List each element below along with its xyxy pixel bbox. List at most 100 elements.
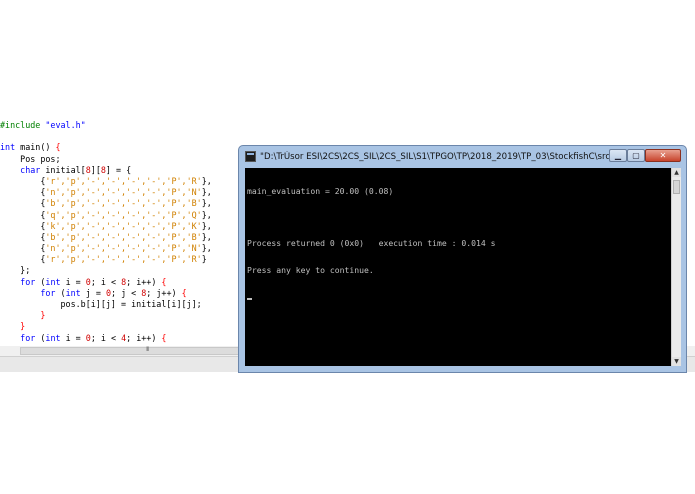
console-output-line: Press any key to continue. xyxy=(247,264,374,275)
code-token: }, xyxy=(201,231,212,242)
code-line: pos.b[i][j] = initial[i][j]; xyxy=(0,299,212,310)
code-token: ] = { xyxy=(105,164,132,175)
code-token: 'n','p','-','-','-','-','P','N' xyxy=(45,187,202,198)
code-token: i = xyxy=(60,332,86,343)
code-token: ; j < xyxy=(110,287,142,298)
console-window[interactable]: "D:\TrÚsor ESI\2CS\2CS_SIL\2CS_SIL\S1\TP… xyxy=(238,145,687,373)
code-token: 'b','p','-','-','-','-','P','B' xyxy=(45,198,202,209)
code-token: ; i < xyxy=(90,276,122,287)
code-line: {'b','p','-','-','-','-','P','B'}, xyxy=(0,231,212,243)
code-token: { xyxy=(0,220,46,231)
code-token: ; i < xyxy=(90,332,122,343)
code-token: int xyxy=(0,142,16,153)
code-token: }, xyxy=(201,243,212,254)
minimize-button[interactable]: ▁ xyxy=(609,149,627,162)
code-token: { xyxy=(0,175,46,186)
code-line: int main() { xyxy=(0,142,212,153)
code-token: { xyxy=(0,198,46,209)
code-line: for (int i = 0; i < 8; i++) { xyxy=(0,277,212,288)
code-token: ][ xyxy=(90,164,101,175)
console-cursor-line xyxy=(247,292,496,301)
console-output-area[interactable]: main_evaluation = 20.00 (0.08) Process r… xyxy=(245,168,671,366)
code-line: for (int j = 0; j < 8; j++) { xyxy=(0,288,212,299)
console-output-line: Process returned 0 (0x0) execution time … xyxy=(247,238,496,249)
code-token: for xyxy=(40,287,56,298)
code-token: { xyxy=(0,209,46,220)
code-token: for xyxy=(20,276,36,287)
code-token: ( xyxy=(35,276,46,287)
code-token: char xyxy=(20,164,41,175)
code-line: Pos pos; xyxy=(0,154,212,165)
scroll-down-icon[interactable]: ▼ xyxy=(672,357,681,366)
code-token: } xyxy=(40,310,46,321)
code-token: 'n','p','-','-','-','-','P','N' xyxy=(45,243,202,254)
code-line: {'r','p','-','-','-','-','P','R'}, xyxy=(0,175,212,187)
code-token: }, xyxy=(201,187,212,198)
maximize-button[interactable]: ▢ xyxy=(627,149,645,162)
code-line: char initial[8][8] = { xyxy=(0,165,212,176)
code-token: 'r','p','-','-','-','-','P','R' xyxy=(45,254,202,265)
scroll-up-icon[interactable]: ▲ xyxy=(672,168,681,177)
code-token: #include xyxy=(0,120,46,130)
code-token: pos.b[i][j] = initial[i][j]; xyxy=(0,299,202,309)
console-bottom-frame xyxy=(245,366,681,371)
code-token: ( xyxy=(55,287,66,298)
code-token: int xyxy=(65,287,81,298)
console-titlebar[interactable]: "D:\TrÚsor ESI\2CS\2CS_SIL\2CS_SIL\S1\TP… xyxy=(239,146,686,168)
console-output-line xyxy=(247,213,496,222)
code-line: {'n','p','-','-','-','-','P','N'}, xyxy=(0,187,212,198)
code-line: {'q','p','-','-','-','-','P','Q'}, xyxy=(0,209,212,221)
code-line: #include "eval.h" xyxy=(0,120,212,131)
code-token: }, xyxy=(201,198,212,209)
code-token: Pos pos; xyxy=(0,153,61,164)
code-token: { xyxy=(181,287,187,298)
code-line: for (int i = 0; i < 4; i++) { xyxy=(0,333,212,344)
code-token: initial[ xyxy=(40,164,86,175)
code-token: i = xyxy=(60,276,86,287)
code-token: }, xyxy=(201,175,212,186)
code-token: { xyxy=(161,332,167,343)
code-token: { xyxy=(0,243,46,254)
code-token: { xyxy=(0,254,46,265)
code-token: int xyxy=(45,276,61,287)
code-token: 'q','p','-','-','-','-','P','Q' xyxy=(45,209,202,220)
console-vertical-scrollbar[interactable]: ▲ ▼ xyxy=(671,168,681,366)
code-line: } xyxy=(0,310,212,321)
code-token: { xyxy=(161,276,167,287)
text-cursor xyxy=(247,297,252,300)
code-token: int xyxy=(45,332,61,343)
code-token: ; i++) xyxy=(126,276,162,287)
code-token: }, xyxy=(201,220,212,231)
code-token: } xyxy=(20,321,26,332)
console-output-line: main_evaluation = 20.00 (0.08) xyxy=(247,185,394,196)
code-token: 'k','p','-','-','-','-','P','K' xyxy=(45,220,202,231)
code-token: { xyxy=(0,187,46,198)
close-button[interactable]: ✕ xyxy=(645,149,681,162)
code-line: {'b','p','-','-','-','-','P','B'}, xyxy=(0,198,212,209)
code-token: for xyxy=(20,332,36,343)
scroll-grip-icon: III xyxy=(146,346,149,353)
code-token: j = xyxy=(80,287,106,298)
code-token: ; i++) xyxy=(126,332,162,343)
code-token: }, xyxy=(201,209,212,220)
code-token: { xyxy=(55,142,61,153)
code-line: {'r','p','-','-','-','-','P','R'} xyxy=(0,254,212,265)
code-token: main() xyxy=(15,142,56,153)
code-lines[interactable]: #include "eval.h" int main() { Pos pos; c… xyxy=(0,120,212,344)
code-token: { xyxy=(0,231,46,242)
code-token: ( xyxy=(35,332,46,343)
console-app-icon[interactable] xyxy=(245,151,256,162)
code-line: }; xyxy=(0,265,212,276)
code-line: {'k','p','-','-','-','-','P','K'}, xyxy=(0,220,212,232)
code-token: 'r','p','-','-','-','-','P','R' xyxy=(45,175,202,186)
code-token: } xyxy=(201,254,207,265)
console-scroll-thumb[interactable] xyxy=(673,180,680,194)
code-token: "eval.h" xyxy=(45,120,86,130)
